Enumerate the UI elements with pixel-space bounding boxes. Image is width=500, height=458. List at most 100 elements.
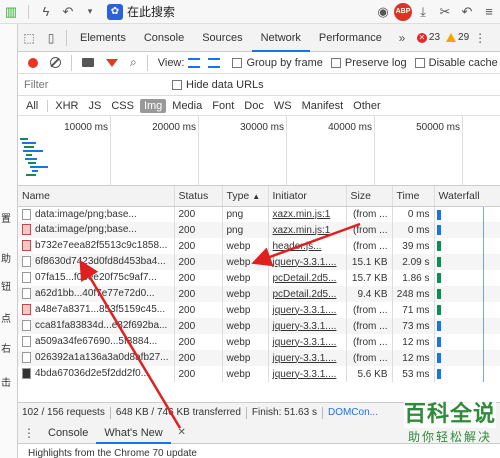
lightning-icon[interactable]: ϟ: [35, 2, 57, 22]
table-row[interactable]: a48e7a8371...853f5159c45... 200 webp jquery…: [18, 302, 500, 318]
reading-mode-icon[interactable]: ▥: [0, 2, 22, 22]
type-css[interactable]: CSS: [107, 99, 138, 113]
initiator-link[interactable]: xazx.min.js:1: [268, 222, 347, 238]
waterfall-bar: [436, 369, 441, 379]
request-name: b732e7eea82f5513c9c1858...: [35, 240, 168, 252]
table-row[interactable]: 07fa15...f06ee20f75c9af7... 200 webp pcDeta…: [18, 270, 500, 286]
waterfall-marker: [482, 286, 484, 302]
column-header-name[interactable]: Name: [18, 186, 175, 207]
filter-icon[interactable]: [106, 58, 118, 67]
baidu-paw-icon: ✿: [107, 3, 123, 20]
column-header-initiator[interactable]: Initiator: [268, 186, 347, 207]
tab-elements[interactable]: Elements: [71, 24, 135, 52]
back-icon[interactable]: ↶: [456, 2, 478, 22]
type-manifest[interactable]: Manifest: [298, 99, 348, 113]
status-cell: 200: [174, 238, 223, 254]
device-toolbar-icon[interactable]: ▯: [40, 24, 62, 52]
table-row[interactable]: a509a34fe67690...5f3884... 200 webp jquery-…: [18, 334, 500, 350]
browser-toolbar: ▥ ϟ ↶ ▾ ✿ 在此搜索 ◉ ABP ⤓ ✂ ↶ ≡: [0, 0, 500, 24]
close-icon[interactable]: ✕: [171, 419, 193, 447]
download-icon[interactable]: ⤓: [412, 2, 434, 22]
chevron-down-icon[interactable]: ▾: [79, 2, 101, 22]
table-row[interactable]: 6f8630d7423d0fd8d453ba4... 200 webp jquery-…: [18, 254, 500, 270]
record-icon[interactable]: [28, 57, 38, 68]
waterfall-marker: [482, 254, 484, 270]
type-all[interactable]: All: [22, 99, 42, 113]
preserve-log-checkbox[interactable]: [330, 57, 341, 68]
drawer-tab-whats-new[interactable]: What's New: [96, 422, 171, 444]
tab-performance[interactable]: Performance: [310, 24, 391, 52]
table-row[interactable]: 4bda67036d2e5f2dd2f0... 200 webp jquery-3.3…: [18, 366, 500, 382]
screenshot-icon[interactable]: [82, 58, 94, 67]
table-row[interactable]: data:image/png;base... 200 png xazx.min.js:…: [18, 222, 500, 238]
large-rows-icon[interactable]: [188, 57, 201, 68]
hide-data-urls-checkbox[interactable]: [172, 79, 182, 90]
type-xhr[interactable]: XHR: [51, 99, 82, 113]
status-cell: 200: [174, 222, 223, 238]
filter-input[interactable]: [24, 76, 164, 93]
type-doc[interactable]: Doc: [240, 99, 268, 113]
toolbar-divider: [146, 54, 148, 71]
request-name-cell: a509a34fe67690...5f3884...: [18, 334, 175, 350]
tab-console[interactable]: Console: [135, 24, 193, 52]
waterfall-marker: [482, 206, 484, 222]
column-header-time[interactable]: Time: [392, 186, 435, 207]
initiator-link[interactable]: pcDetail.2d5...: [268, 286, 347, 302]
table-row[interactable]: a62d1bb...40f7e77e72d0... 200 webp pcDetail…: [18, 286, 500, 302]
status-cell: 200: [174, 254, 223, 270]
toolbar-divider: [28, 4, 29, 19]
file-icon: [22, 288, 31, 300]
waterfall-cell: [434, 334, 500, 350]
type-cell: webp: [222, 366, 269, 382]
column-header-status[interactable]: Status: [174, 186, 223, 207]
page-fragment: 右: [1, 344, 11, 355]
column-header-type[interactable]: Type ▲: [222, 186, 269, 207]
type-img[interactable]: Img: [139, 98, 167, 113]
type-js[interactable]: JS: [84, 99, 105, 113]
tab-network[interactable]: Network: [251, 24, 310, 52]
initiator-link[interactable]: xazx.min.js:1: [268, 206, 347, 222]
page-fragment: 点: [1, 314, 11, 325]
scissors-icon[interactable]: ✂: [434, 2, 456, 22]
waterfall-bar: [436, 273, 441, 283]
type-ws[interactable]: WS: [270, 99, 296, 113]
initiator-link[interactable]: pcDetail.2d5...: [268, 270, 347, 286]
initiator-link[interactable]: jquery-3.3.1....: [268, 302, 347, 318]
more-tabs-icon[interactable]: »: [391, 24, 413, 52]
undo-icon[interactable]: ↶: [57, 2, 79, 22]
adblock-icon[interactable]: ABP: [394, 2, 412, 21]
drawer-menu-icon[interactable]: ⋮: [18, 419, 40, 447]
request-name: a62d1bb...40f7e77e72d0...: [35, 288, 155, 300]
initiator-link[interactable]: header.js...: [268, 238, 347, 254]
drawer-tab-console[interactable]: Console: [40, 422, 96, 444]
initiator-link[interactable]: jquery-3.3.1....: [268, 318, 347, 334]
initiator-link[interactable]: jquery-3.3.1....: [268, 254, 347, 270]
disable-cache-checkbox[interactable]: [414, 57, 425, 68]
network-overview[interactable]: 10000 ms 20000 ms 30000 ms 40000 ms 5000…: [18, 116, 500, 186]
initiator-link[interactable]: jquery-3.3.1....: [268, 366, 347, 382]
waterfall-cell: [434, 222, 500, 238]
table-row[interactable]: data:image/png;base... 200 png xazx.min.js:…: [18, 206, 500, 222]
column-header-size[interactable]: Size: [346, 186, 393, 207]
type-media[interactable]: Media: [168, 99, 206, 113]
type-font[interactable]: Font: [208, 99, 238, 113]
column-header-waterfall[interactable]: Waterfall: [434, 186, 500, 207]
table-row[interactable]: 026392a1a136a3a0d8afb27... 200 webp jquery-…: [18, 350, 500, 366]
type-other[interactable]: Other: [349, 99, 385, 113]
initiator-link[interactable]: jquery-3.3.1....: [268, 334, 347, 350]
search-box[interactable]: ✿ 在此搜索: [107, 3, 175, 20]
search-icon[interactable]: ⌕: [130, 55, 137, 70]
menu-icon[interactable]: ≡: [478, 2, 500, 22]
clear-icon[interactable]: [50, 57, 61, 68]
waterfall-view-icon[interactable]: [208, 57, 221, 68]
inspect-icon[interactable]: ⬚: [18, 24, 40, 52]
initiator-link[interactable]: jquery-3.3.1....: [268, 350, 347, 366]
group-by-frame-checkbox[interactable]: [232, 57, 243, 68]
table-row[interactable]: b732e7eea82f5513c9c1858... 200 webp header.…: [18, 238, 500, 254]
more-options-icon[interactable]: ⋮: [469, 24, 491, 52]
error-count[interactable]: ✕ 23 29: [416, 32, 469, 43]
table-row[interactable]: cca81fa83834d...e82f692ba... 200 webp jquer…: [18, 318, 500, 334]
overview-bar: [26, 174, 36, 176]
tab-sources[interactable]: Sources: [193, 24, 251, 52]
extension-icon[interactable]: ◉: [372, 2, 394, 22]
